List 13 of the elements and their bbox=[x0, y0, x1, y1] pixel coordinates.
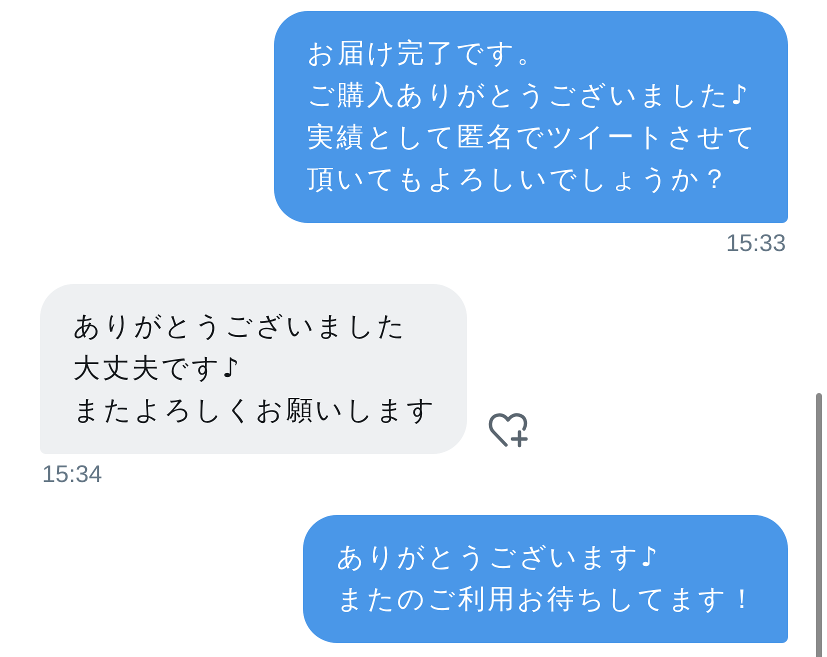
message-text: ありがとうございました bbox=[73, 310, 408, 344]
message-text: 大丈夫です♪ bbox=[73, 352, 242, 386]
heart-plus-icon[interactable] bbox=[488, 412, 528, 448]
message-text: 実績として匿名でツイートさせて bbox=[307, 121, 758, 155]
message-text: ご購入ありがとうございました♪ bbox=[307, 79, 750, 113]
message-text: 頂いてもよろしいでしょうか？ bbox=[307, 163, 731, 197]
message-text: またのご利用お待ちしてます！ bbox=[336, 583, 758, 617]
message-text: ありがとうございます♪ bbox=[336, 541, 660, 575]
message-text: またよろしくお願いします bbox=[73, 394, 437, 428]
message-text: お届け完了です。 bbox=[307, 37, 546, 71]
message-time: 15:33 bbox=[724, 232, 787, 256]
scrollbar-thumb[interactable] bbox=[816, 393, 822, 657]
message-time: 15:34 bbox=[41, 463, 104, 487]
